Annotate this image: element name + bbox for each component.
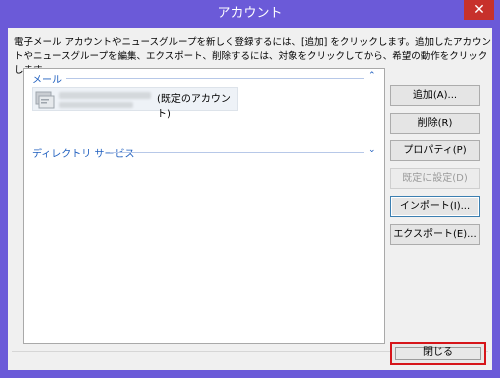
default-account-label: (既定のアカウント): [157, 94, 231, 120]
window-title: アカウント: [217, 6, 283, 21]
chevron-up-icon[interactable]: ⌃: [368, 71, 376, 81]
title-bar[interactable]: アカウント ✕: [0, 0, 500, 28]
mail-account-icon: [35, 91, 55, 109]
close-button-label: 閉じる: [423, 347, 453, 358]
properties-button[interactable]: プロパティ(P): [390, 140, 480, 161]
export-button[interactable]: エクスポート(E)...: [390, 224, 480, 245]
add-button[interactable]: 追加(A)...: [390, 85, 480, 106]
accounts-dialog: アカウント ✕ 電子メール アカウントやニュースグループを新しく登録するには、[…: [0, 0, 500, 378]
dialog-client-area: 電子メール アカウントやニュースグループを新しく登録するには、[追加] をクリッ…: [8, 28, 492, 370]
window-close-button[interactable]: ✕: [464, 0, 494, 20]
group-divider-mail: [66, 78, 364, 79]
account-item[interactable]: (既定のアカウント): [32, 87, 238, 120]
chevron-down-icon[interactable]: ⌄: [368, 145, 376, 155]
import-button[interactable]: インポート(I)...: [390, 196, 480, 217]
account-email-redacted: [59, 102, 133, 108]
group-divider-directory: [110, 152, 364, 153]
remove-button[interactable]: 削除(R): [390, 113, 480, 134]
account-name-redacted: [59, 92, 151, 99]
group-header-mail[interactable]: メール: [32, 71, 62, 86]
set-default-button[interactable]: 既定に設定(D): [390, 168, 480, 189]
account-list[interactable]: メール ⌃ (既定のアカウント) ディレクトリ サービス ⌄: [23, 68, 385, 344]
close-button[interactable]: 閉じる: [390, 342, 486, 365]
